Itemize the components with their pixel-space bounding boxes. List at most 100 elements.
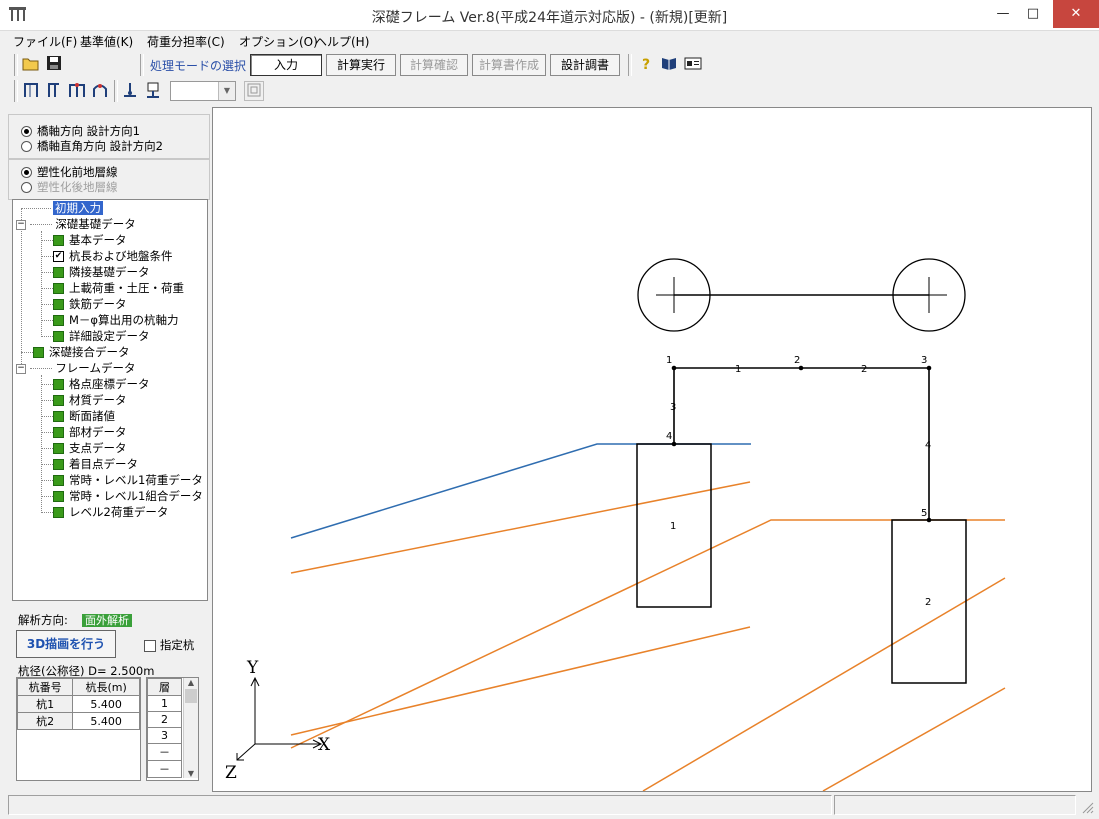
table-row[interactable]: 1 — [147, 695, 182, 712]
tree-item[interactable]: 詳細設定データ — [41, 328, 150, 344]
layer-cell[interactable]: － — [147, 743, 182, 761]
tree-item[interactable]: 鉄筋データ — [41, 296, 127, 312]
direction-group: 橋軸方向 設計方向1 橋軸直角方向 設計方向2 — [8, 114, 210, 160]
table-row[interactable]: 杭2 5.400 — [16, 712, 140, 730]
toolbar-view: ▼ — [0, 79, 1099, 103]
tree-item[interactable]: 部材データ — [41, 424, 127, 440]
frame-type-4-icon[interactable] — [90, 81, 110, 101]
node — [798, 365, 804, 371]
design-summary-button[interactable]: 設計調書 — [550, 54, 620, 76]
checkbox-icon[interactable] — [144, 639, 156, 652]
layer-line — [290, 626, 751, 736]
pile-label: 2 — [925, 597, 931, 608]
run-calculation-button[interactable]: 計算実行 — [326, 54, 396, 76]
node — [671, 365, 677, 371]
tree-label: 隣接基礎データ — [69, 265, 150, 279]
direction-radio-2[interactable]: 橋軸直角方向 設計方向2 — [19, 138, 163, 154]
tree-item[interactable]: レベル2荷重データ — [41, 504, 168, 520]
specified-pile-checkbox[interactable]: 指定杭 — [144, 637, 194, 653]
frame-type-2-icon[interactable] — [44, 81, 64, 101]
tree-group-frame-data[interactable]: − フレームデータ — [16, 360, 135, 376]
fit-view-icon[interactable] — [244, 81, 264, 101]
tree-item[interactable]: 支点データ — [41, 440, 127, 456]
tree-label: 杭長および地盤条件 — [69, 249, 173, 263]
tree-item-joint-data[interactable]: 深礎接合データ — [21, 344, 130, 360]
menu-options[interactable]: オプション(O) — [236, 33, 321, 50]
check-calculation-button[interactable]: 計算確認 — [400, 54, 468, 76]
chevron-down-icon[interactable]: ▼ — [218, 82, 235, 100]
menu-standard-values[interactable]: 基準値(K) — [77, 33, 136, 50]
table-row[interactable]: 2 — [147, 711, 182, 728]
node-label: 2 — [794, 355, 800, 366]
close-button[interactable]: ✕ — [1053, 0, 1099, 28]
green-square-icon — [53, 443, 64, 454]
radio-off-icon — [21, 182, 32, 193]
tree-item[interactable]: ✔ 杭長および地盤条件 — [41, 248, 173, 264]
table-row[interactable]: － — [147, 743, 182, 761]
chevron-down-icon[interactable]: ▼ — [184, 769, 198, 778]
drawing-canvas[interactable]: 1 2 3 4 5 1 2 3 4 1 2 Y X Z — [212, 107, 1092, 792]
help-icon[interactable]: ? — [636, 55, 656, 75]
layer-cell[interactable]: 1 — [147, 695, 182, 712]
layer-radio-1[interactable]: 塑性化前地層線 — [19, 164, 118, 180]
menu-help[interactable]: ヘルプ(H) — [312, 33, 372, 50]
status-cell-secondary — [834, 795, 1076, 815]
tree-item[interactable]: 格点座標データ — [41, 376, 150, 392]
scroll-thumb[interactable] — [185, 689, 197, 703]
tree-item[interactable]: 材質データ — [41, 392, 127, 408]
toolbar-main: 処理モードの選択 入力 計算実行 計算確認 計算書作成 設計調書 ? — [0, 53, 1099, 77]
tree-item[interactable]: 上載荷重・土圧・荷重 — [41, 280, 184, 296]
tree-item[interactable]: 断面諸値 — [41, 408, 115, 424]
create-report-button[interactable]: 計算書作成 — [472, 54, 546, 76]
collapse-icon[interactable]: − — [16, 363, 26, 374]
menu-load-share[interactable]: 荷重分担率(C) — [144, 33, 228, 50]
tree-item-initial-input[interactable]: 初期入力 — [53, 200, 103, 216]
toolbar-separator — [628, 54, 632, 76]
frame-type-1-icon[interactable] — [21, 81, 41, 101]
open-folder-icon[interactable] — [21, 55, 41, 75]
layer-cell[interactable]: － — [147, 760, 182, 778]
tree-label: 初期入力 — [53, 201, 103, 215]
piles — [636, 443, 967, 684]
tree-item[interactable]: 着目点データ — [41, 456, 138, 472]
layer-cell[interactable]: 3 — [147, 727, 182, 744]
support-icon[interactable] — [120, 81, 140, 101]
input-tree[interactable]: 初期入力 − 深礎基礎データ 基本データ ✔ 杭長および地盤条件 隣接基礎データ … — [12, 199, 208, 601]
tree-label: M－φ算出用の杭軸力 — [69, 313, 179, 327]
tree-group-deep-foundation[interactable]: − 深礎基礎データ — [16, 216, 136, 232]
tree-item[interactable]: 常時・レベル1組合データ — [41, 488, 203, 504]
load-icon[interactable] — [143, 81, 163, 101]
chevron-up-icon[interactable]: ▲ — [184, 678, 198, 687]
direction-radio-1[interactable]: 橋軸方向 設計方向1 — [19, 123, 140, 139]
node-label: 5 — [921, 508, 927, 519]
tree-item[interactable]: 常時・レベル1荷重データ — [41, 472, 203, 488]
table-row[interactable]: 3 — [147, 727, 182, 744]
menu-file[interactable]: ファイル(F) — [10, 33, 80, 50]
layer-cell[interactable]: 2 — [147, 711, 182, 728]
table-row[interactable]: － — [147, 760, 182, 778]
view-select[interactable]: ▼ — [170, 81, 236, 101]
input-mode-button[interactable]: 入力 — [250, 54, 322, 76]
save-icon[interactable] — [44, 55, 64, 75]
frame-type-3-icon[interactable] — [67, 81, 87, 101]
tree-label: 常時・レベル1組合データ — [69, 489, 203, 503]
id-card-icon[interactable] — [683, 55, 703, 75]
maximize-button[interactable]: □ — [1013, 0, 1053, 28]
pile-length-cell[interactable]: 5.400 — [72, 695, 140, 713]
tree-item[interactable]: M－φ算出用の杭軸力 — [41, 312, 179, 328]
layer-line — [290, 519, 1005, 749]
pile-table: 杭番号 杭長(m) 杭1 5.400 杭2 5.400 — [16, 678, 140, 730]
tree-item[interactable]: 基本データ — [41, 232, 127, 248]
frame-drawing[interactable]: 1 2 3 4 5 1 2 3 4 1 2 Y X Z — [213, 108, 1091, 792]
table-row[interactable]: 杭1 5.400 — [16, 695, 140, 713]
manual-book-icon[interactable] — [659, 55, 679, 75]
resize-grip-icon[interactable] — [1078, 798, 1094, 814]
tree-item[interactable]: 隣接基礎データ — [41, 264, 150, 280]
node-label: 3 — [921, 355, 927, 366]
pile-table-container: 杭番号 杭長(m) 杭1 5.400 杭2 5.400 — [16, 677, 141, 781]
node — [926, 365, 932, 371]
collapse-icon[interactable]: − — [16, 219, 26, 230]
layer-table-scrollbar[interactable]: ▲ ▼ — [183, 678, 198, 778]
pile-length-cell[interactable]: 5.400 — [72, 712, 140, 730]
draw-3d-button[interactable]: 3D描画を行う — [16, 630, 116, 658]
